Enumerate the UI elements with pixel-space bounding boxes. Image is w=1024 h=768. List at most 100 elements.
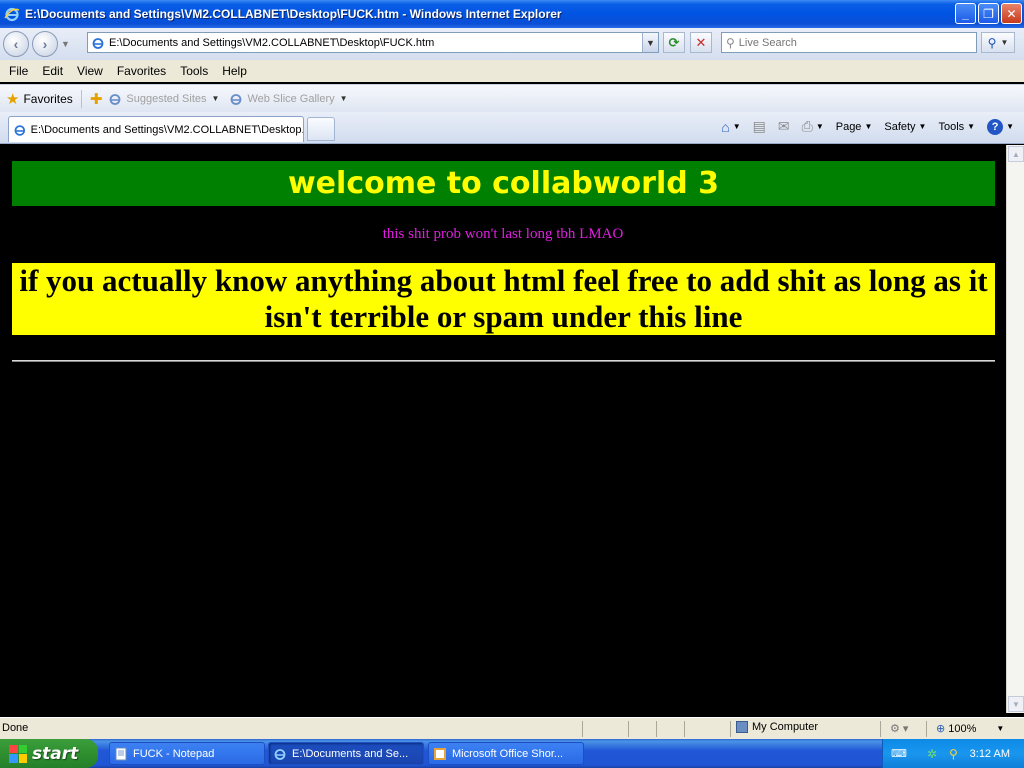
page-menu-button[interactable]: Page ▼ — [832, 121, 877, 133]
tab-label: E:\Documents and Settings\VM2.COLLABNET\… — [30, 123, 303, 136]
web-slice-gallery-link[interactable]: Web Slice Gallery ▼ — [229, 92, 348, 106]
chevron-down-icon: ▼ — [339, 94, 348, 103]
protected-mode-icon[interactable]: ⚙ ▾ — [890, 722, 908, 735]
forward-arrow-icon: › — [42, 36, 48, 52]
chevron-down-icon: ▼ — [1006, 122, 1014, 131]
safety-menu-button[interactable]: Safety ▼ — [880, 121, 930, 133]
notepad-icon — [115, 747, 127, 760]
recent-pages-dropdown[interactable]: ▼ — [61, 39, 70, 49]
favorites-label: Favorites — [23, 91, 73, 106]
menu-help[interactable]: Help — [215, 64, 254, 78]
printer-icon: ⎙ — [801, 118, 813, 134]
horizontal-rule — [12, 360, 995, 362]
safety-menu-label: Safety — [884, 120, 916, 133]
chevron-down-icon: ▼ — [815, 122, 824, 131]
keyboard-icon[interactable]: ⌨ — [891, 747, 907, 761]
notice-heading: if you actually know anything about html… — [12, 263, 995, 335]
divider — [582, 721, 583, 737]
close-icon: ✕ — [1006, 6, 1017, 21]
taskbar-item-label: FUCK - Notepad — [133, 747, 215, 760]
chevron-down-icon: ▼ — [646, 37, 655, 48]
back-arrow-icon: ‹ — [13, 36, 19, 52]
zoom-control[interactable]: ⊕ 100% ▼ — [936, 722, 1004, 736]
tools-menu-button[interactable]: Tools ▼ — [934, 121, 979, 133]
favorites-bar: ★ Favorites ✚ Suggested Sites ▼ Web Slic… — [0, 84, 1024, 112]
favorites-button[interactable]: ★ Favorites — [6, 90, 73, 108]
divider — [656, 721, 657, 737]
command-bar: ⌂ ▼ ▤ ✉ ⎙ ▼ Page ▼ Safety ▼ Tools ▼ ? ▼ — [717, 118, 1018, 135]
search-input[interactable] — [738, 36, 959, 49]
title-bar[interactable]: E:\Documents and Settings\VM2.COLLABNET\… — [0, 0, 1024, 28]
scroll-down-button[interactable]: ▼ — [1008, 696, 1024, 712]
stop-button[interactable]: ✕ — [690, 32, 712, 53]
new-tab-button[interactable] — [307, 117, 335, 141]
chevron-up-icon: ▲ — [1012, 149, 1020, 159]
minimize-button[interactable]: _ — [955, 3, 976, 24]
ie-icon — [274, 748, 286, 760]
add-to-favorites-icon[interactable]: ✚ — [90, 90, 103, 108]
taskbar-item-office-shortcut[interactable]: Microsoft Office Shor... — [428, 742, 584, 765]
taskbar-item-label: E:\Documents and Se... — [292, 747, 409, 760]
ie-page-icon — [231, 93, 242, 105]
zoom-icon: ⊕ — [936, 723, 946, 735]
web-slice-gallery-label: Web Slice Gallery — [247, 92, 335, 105]
mail-icon: ✉ — [777, 118, 790, 134]
refresh-icon: ⟳ — [668, 34, 680, 50]
refresh-button[interactable]: ⟳ — [663, 32, 685, 53]
address-dropdown-button[interactable]: ▼ — [642, 33, 658, 52]
taskbar-item-internet-explorer[interactable]: E:\Documents and Se... — [268, 742, 424, 765]
page-viewport: welcome to collabworld 3 this shit prob … — [0, 145, 1006, 713]
search-button[interactable]: ⚲ ▼ — [981, 32, 1015, 53]
menu-favorites[interactable]: Favorites — [110, 64, 173, 78]
chevron-down-icon: ▼ — [1012, 699, 1020, 709]
clock: 3:12 AM — [969, 747, 1010, 760]
divider — [628, 721, 629, 737]
divider — [730, 721, 731, 737]
home-icon: ⌂ — [721, 118, 730, 135]
print-button[interactable]: ⎙ ▼ — [798, 118, 828, 135]
menu-tools[interactable]: Tools — [173, 64, 215, 78]
window-title: E:\Documents and Settings\VM2.COLLABNET\… — [25, 7, 562, 21]
back-button[interactable]: ‹ — [3, 31, 29, 57]
read-mail-button[interactable]: ✉ — [774, 118, 794, 135]
minimize-icon: _ — [962, 6, 969, 21]
menu-edit[interactable]: Edit — [35, 64, 70, 78]
address-bar[interactable]: E:\Documents and Settings\VM2.COLLABNET\… — [87, 32, 659, 53]
suggested-sites-link[interactable]: Suggested Sites ▼ — [108, 92, 219, 106]
tab-current-page[interactable]: E:\Documents and Settings\VM2.COLLABNET\… — [8, 116, 304, 142]
close-button[interactable]: ✕ — [1001, 3, 1022, 24]
chevron-down-icon: ▼ — [967, 122, 976, 131]
feeds-button[interactable]: ▤ — [749, 118, 770, 135]
computer-icon — [736, 721, 748, 733]
chevron-down-icon: ▼ — [918, 122, 927, 131]
restore-button[interactable]: ❐ — [978, 3, 999, 24]
vertical-scrollbar[interactable]: ▲ ▼ — [1006, 145, 1024, 713]
suggested-sites-label: Suggested Sites — [126, 92, 207, 105]
start-button[interactable]: start — [0, 739, 98, 768]
divider — [880, 721, 881, 737]
security-zone[interactable]: My Computer — [736, 721, 818, 733]
subtitle-text: this shit prob won't last long tbh LMAO — [382, 226, 624, 242]
search-box[interactable]: ⚲ — [721, 32, 977, 53]
help-button[interactable]: ? ▼ — [983, 118, 1018, 135]
taskbar-item-notepad[interactable]: FUCK - Notepad — [109, 742, 265, 765]
system-tray: ⌨ ✲ ⚲ 3:12 AM — [882, 739, 1024, 768]
search-icon[interactable]: ⚲ — [949, 747, 963, 761]
tab-bar: E:\Documents and Settings\VM2.COLLABNET\… — [0, 112, 1024, 144]
menu-file[interactable]: File — [2, 64, 35, 78]
address-url[interactable]: E:\Documents and Settings\VM2.COLLABNET\… — [109, 37, 434, 49]
status-text: Done — [2, 722, 29, 734]
page-icon — [92, 37, 104, 49]
divider — [926, 721, 927, 737]
zoom-level: 100% — [948, 722, 977, 735]
ie-page-icon — [109, 93, 121, 105]
rss-feed-icon: ▤ — [752, 118, 766, 134]
chevron-down-icon: ▼ — [211, 94, 220, 103]
network-icon[interactable]: ✲ — [927, 747, 941, 761]
forward-button[interactable]: › — [32, 31, 58, 57]
taskbar-item-label: Microsoft Office Shor... — [452, 747, 564, 760]
chevron-down-icon: ▼ — [1000, 38, 1009, 47]
home-button[interactable]: ⌂ ▼ — [717, 119, 744, 135]
scroll-up-button[interactable]: ▲ — [1008, 146, 1024, 162]
menu-view[interactable]: View — [70, 64, 110, 78]
